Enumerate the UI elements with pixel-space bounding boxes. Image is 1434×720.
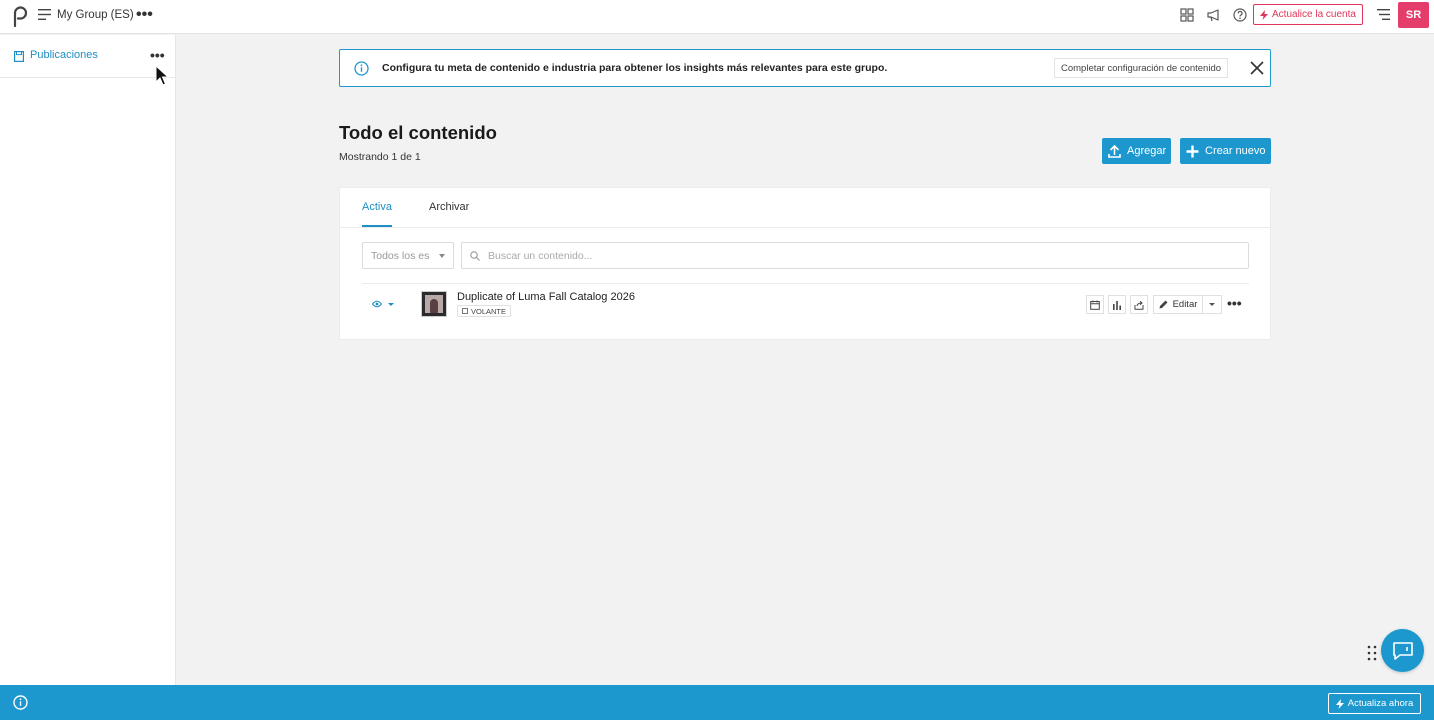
- logo-icon[interactable]: [10, 4, 28, 28]
- list-divider: [362, 283, 1249, 284]
- content-type-badge: VOLANTE: [457, 305, 512, 317]
- create-new-label: Crear nuevo: [1205, 145, 1266, 157]
- upgrade-now-label: Actualiza ahora: [1347, 698, 1414, 709]
- status-filter-value: Todos los es: [371, 250, 430, 262]
- search-icon: [470, 251, 480, 261]
- tab-archivar[interactable]: Archivar: [429, 201, 469, 213]
- content-list-card: Activa Archivar Todos los es Duplicate o…: [339, 187, 1271, 340]
- page-title: Todo el contenido: [339, 122, 497, 143]
- active-tab-indicator: [362, 225, 392, 227]
- share-button[interactable]: [1130, 295, 1148, 314]
- top-bar: My Group (ES) ••• Actualice la cuenta SR: [0, 0, 1434, 34]
- visibility-eye-icon[interactable]: [372, 300, 382, 308]
- drag-handle-icon[interactable]: [1367, 645, 1377, 661]
- visibility-dropdown-icon[interactable]: [388, 303, 394, 306]
- sidebar-item-label: Publicaciones: [30, 49, 98, 61]
- info-icon[interactable]: [13, 695, 28, 710]
- row-more-options-icon[interactable]: •••: [1227, 295, 1242, 311]
- content-setup-banner: Configura tu meta de contenido e industr…: [339, 49, 1271, 87]
- content-title[interactable]: Duplicate of Luma Fall Catalog 2026: [457, 291, 635, 303]
- megaphone-icon[interactable]: [1207, 8, 1221, 22]
- calendar-icon: [1090, 300, 1100, 310]
- apps-grid-icon[interactable]: [1180, 8, 1194, 22]
- results-count: Mostrando 1 de 1: [339, 151, 421, 163]
- mouse-cursor-icon: [155, 65, 169, 86]
- lightning-icon: [1335, 698, 1344, 709]
- sidebar-item-publicaciones[interactable]: Publicaciones •••: [0, 35, 175, 78]
- content-thumbnail[interactable]: [421, 291, 447, 317]
- bottom-upgrade-bar: Actualiza ahora: [0, 685, 1434, 720]
- upgrade-now-button[interactable]: Actualiza ahora: [1328, 693, 1421, 714]
- share-icon: [1134, 300, 1144, 310]
- group-name[interactable]: My Group (ES): [57, 9, 134, 21]
- pencil-icon: [1159, 300, 1168, 309]
- edit-dropdown-button[interactable]: [1202, 295, 1222, 314]
- publication-icon: [14, 51, 24, 62]
- help-icon[interactable]: [1233, 8, 1247, 22]
- upgrade-account-label: Actualice la cuenta: [1272, 9, 1356, 20]
- add-button-label: Agregar: [1127, 145, 1167, 157]
- content-type-label: VOLANTE: [471, 306, 507, 316]
- create-new-button[interactable]: Crear nuevo: [1180, 138, 1271, 164]
- upgrade-account-button[interactable]: Actualice la cuenta: [1253, 4, 1363, 25]
- chat-button[interactable]: [1381, 629, 1424, 672]
- info-icon: [354, 61, 369, 76]
- sidebar: Publicaciones •••: [0, 35, 176, 685]
- bar-chart-icon: [1113, 300, 1121, 310]
- chat-icon: [1392, 641, 1413, 660]
- tabs: Activa Archivar: [340, 188, 1270, 228]
- search-input[interactable]: [461, 242, 1249, 269]
- schedule-button[interactable]: [1086, 295, 1104, 314]
- add-button[interactable]: Agregar: [1102, 138, 1171, 164]
- edit-button-label: Editar: [1172, 299, 1198, 310]
- chevron-down-icon: [439, 254, 445, 258]
- banner-message: Configura tu meta de contenido e industr…: [382, 62, 888, 74]
- menu-icon[interactable]: [38, 9, 51, 20]
- avatar[interactable]: SR: [1398, 2, 1429, 28]
- thumbnail-figure: [430, 299, 438, 313]
- statistics-button[interactable]: [1108, 295, 1126, 314]
- sidebar-more-icon[interactable]: •••: [150, 47, 165, 63]
- group-more-icon[interactable]: •••: [136, 6, 153, 24]
- chevron-down-icon: [1209, 303, 1215, 306]
- status-filter-select[interactable]: Todos los es: [362, 242, 454, 269]
- options-menu-icon[interactable]: [1377, 9, 1390, 20]
- plus-icon: [1186, 145, 1199, 157]
- flyer-icon: [462, 308, 468, 314]
- upload-icon: [1108, 144, 1121, 158]
- edit-button[interactable]: Editar: [1153, 295, 1203, 314]
- tab-activa[interactable]: Activa: [362, 201, 392, 213]
- complete-content-setup-button[interactable]: Completar configuración de contenido: [1054, 58, 1229, 78]
- lightning-icon: [1260, 9, 1269, 20]
- close-icon[interactable]: [1250, 61, 1264, 75]
